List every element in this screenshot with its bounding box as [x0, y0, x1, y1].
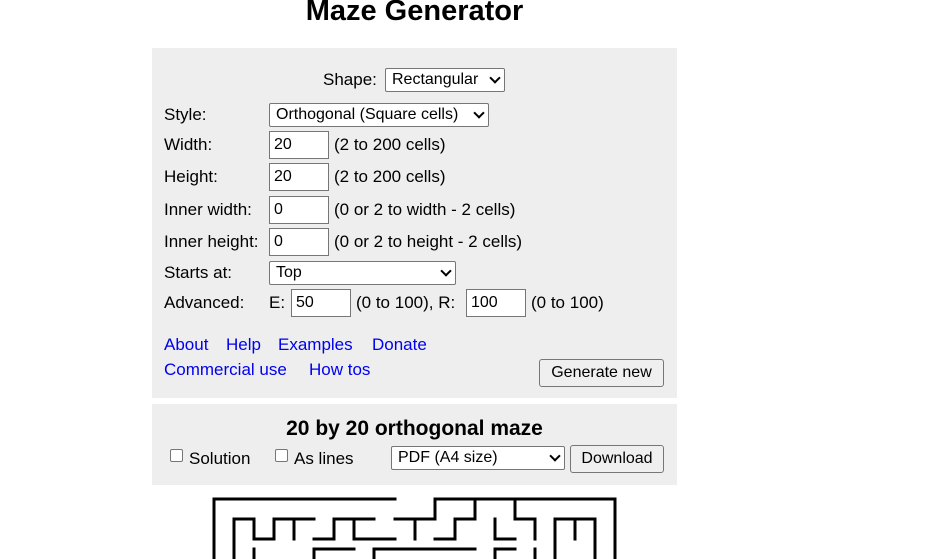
- width-input[interactable]: 20: [269, 131, 329, 159]
- r-hint: (0 to 100): [531, 293, 604, 312]
- shape-select-value: Rectangular: [392, 71, 479, 88]
- width-label: Width:: [164, 135, 213, 154]
- height-label: Height:: [164, 167, 218, 186]
- height-input[interactable]: 20: [269, 163, 329, 191]
- style-label: Style:: [164, 105, 207, 124]
- e-input[interactable]: 50: [291, 289, 351, 317]
- style-select-value: Orthogonal (Square cells): [276, 106, 459, 123]
- shape-label: Shape:: [323, 70, 377, 89]
- generate-new-button[interactable]: Generate new: [539, 359, 664, 387]
- advanced-label: Advanced:: [164, 293, 245, 312]
- about-link[interactable]: About: [164, 335, 208, 355]
- starts-select-value: Top: [276, 264, 302, 281]
- style-select[interactable]: Orthogonal (Square cells): [269, 103, 489, 127]
- inner-height-hint: (0 or 2 to height - 2 cells): [334, 232, 523, 251]
- as-lines-label: As lines: [294, 449, 354, 468]
- starts-select[interactable]: Top: [269, 261, 456, 285]
- donate-link[interactable]: Donate: [372, 335, 427, 355]
- e-hint: (0 to 100), R:: [356, 293, 456, 312]
- maze-title: 20 by 20 orthogonal maze: [286, 417, 543, 440]
- format-select-value: PDF (A4 size): [398, 449, 498, 466]
- solution-label: Solution: [189, 449, 251, 468]
- format-select[interactable]: PDF (A4 size): [391, 446, 565, 470]
- result-panel: 20 by 20 orthogonal maze Solution As lin…: [152, 404, 677, 485]
- page-title: Maze Generator: [305, 0, 524, 27]
- width-hint: (2 to 200 cells): [334, 135, 446, 154]
- inner-width-input[interactable]: 0: [269, 196, 329, 224]
- as-lines-checkbox[interactable]: [275, 449, 288, 462]
- inner-width-label: Inner width:: [164, 200, 252, 219]
- inner-width-hint: (0 or 2 to width - 2 cells): [334, 200, 516, 219]
- chevron-down-icon: [549, 450, 561, 462]
- chevron-down-icon: [473, 107, 485, 119]
- maze-image: [212, 497, 617, 559]
- examples-link[interactable]: Examples: [278, 335, 353, 355]
- r-input[interactable]: 100: [466, 289, 526, 317]
- solution-checkbox[interactable]: [170, 449, 183, 462]
- settings-panel: Shape: Rectangular Style: Orthogonal (Sq…: [152, 48, 677, 398]
- inner-height-label: Inner height:: [164, 232, 259, 251]
- download-button[interactable]: Download: [570, 445, 664, 473]
- height-hint: (2 to 200 cells): [334, 167, 446, 186]
- shape-select[interactable]: Rectangular: [385, 68, 505, 92]
- commercial-use-link[interactable]: Commercial use: [164, 360, 287, 380]
- inner-height-input[interactable]: 0: [269, 228, 329, 256]
- starts-label: Starts at:: [164, 263, 233, 282]
- chevron-down-icon: [489, 72, 501, 84]
- help-link[interactable]: Help: [226, 335, 261, 355]
- e-label: E:: [269, 293, 286, 312]
- how-tos-link[interactable]: How tos: [309, 360, 370, 380]
- chevron-down-icon: [440, 265, 452, 277]
